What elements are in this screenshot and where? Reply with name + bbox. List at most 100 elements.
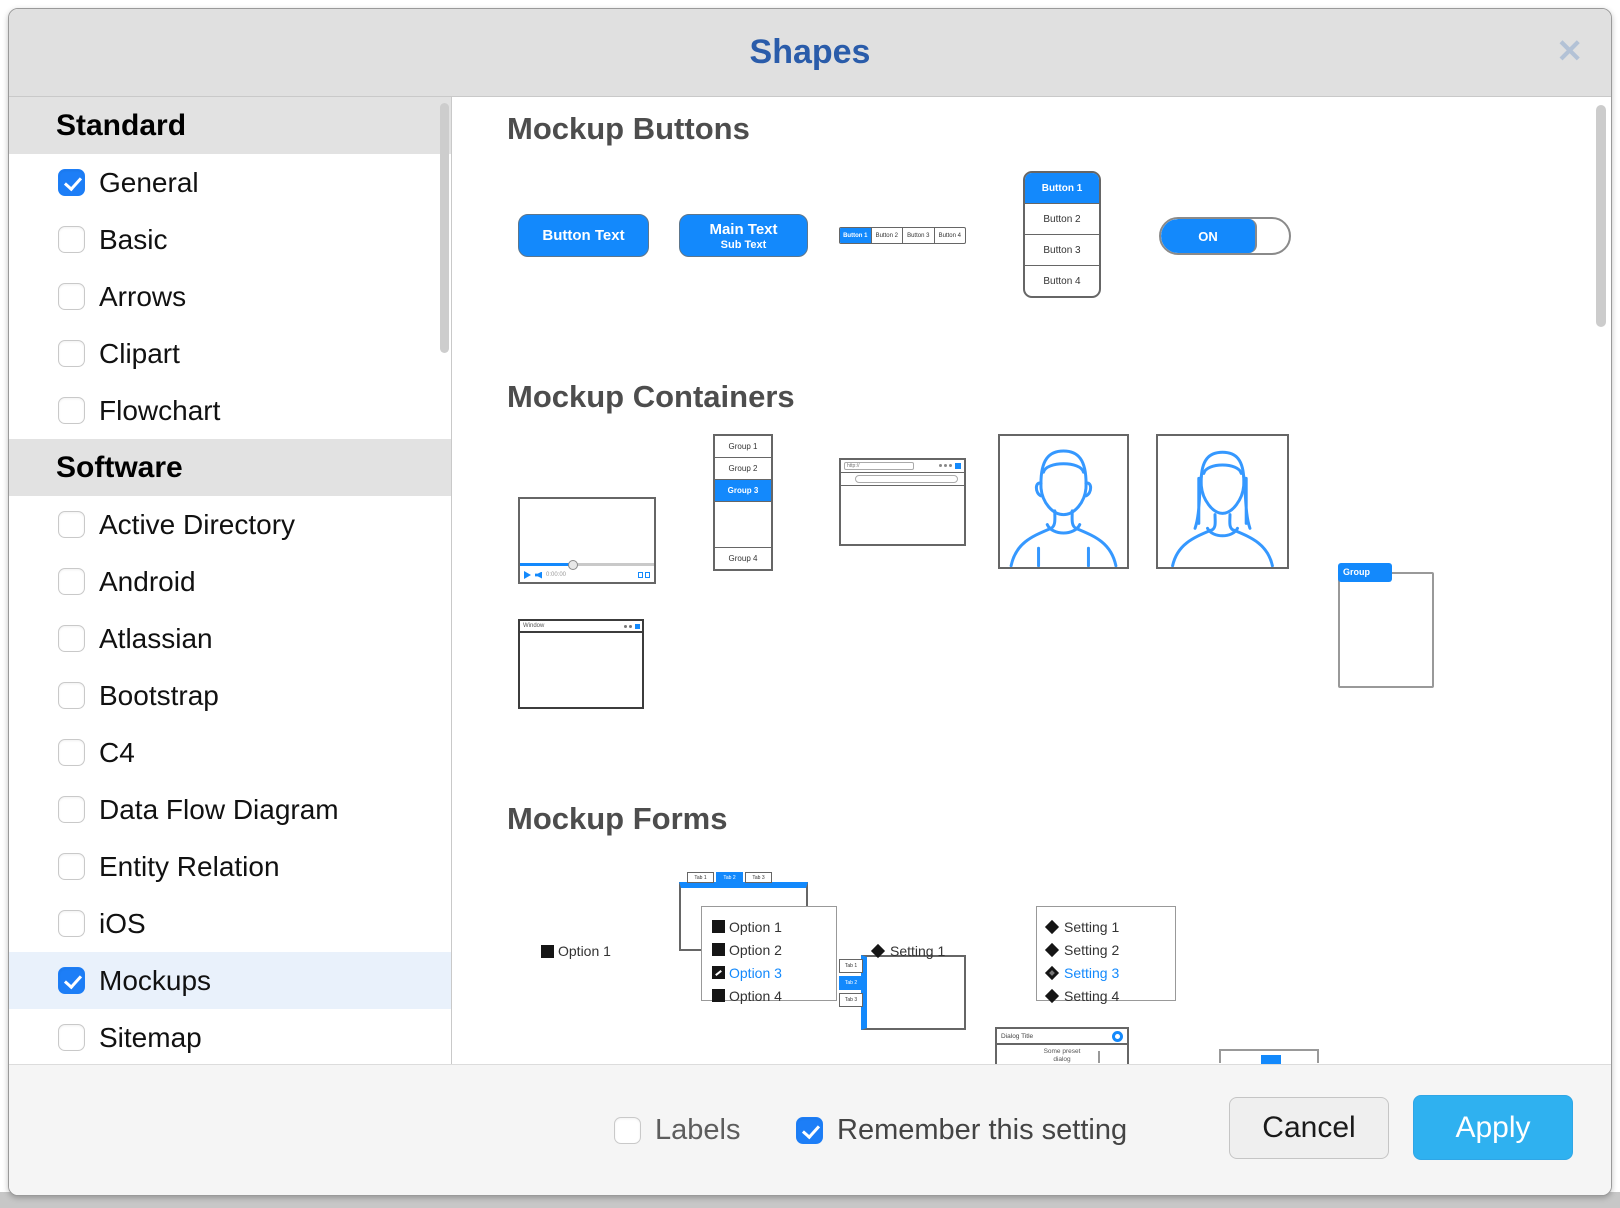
sidebar-item-bootstrap[interactable]: Bootstrap (9, 667, 451, 724)
checkbox-unchecked-icon[interactable] (58, 226, 85, 253)
sidebar-item-label: Flowchart (99, 395, 220, 427)
radio-icon (1045, 988, 1059, 1002)
user-male-icon (1000, 436, 1127, 567)
window-title-bar: Window (520, 621, 642, 633)
checkbox-unchecked-icon[interactable] (614, 1117, 641, 1144)
remember-setting-label: Remember this setting (837, 1114, 1127, 1147)
remember-setting-checkbox-row[interactable]: Remember this setting (796, 1114, 1127, 1147)
sidebar-item-general[interactable]: General (9, 154, 451, 211)
tab: Tab 1 (687, 872, 714, 883)
shape-on-toggle[interactable]: ON (1159, 217, 1291, 255)
shape-library-sidebar: Standard General Basic Arrows Clipart Fl… (9, 97, 452, 1064)
setting-label: Setting 2 (1064, 942, 1119, 958)
button-shape-label: Button Text (542, 227, 624, 244)
video-progress-track (520, 563, 654, 566)
checkbox-checked-icon[interactable] (58, 967, 85, 994)
close-icon[interactable]: ✕ (1556, 31, 1583, 71)
sidebar-item-flowchart[interactable]: Flowchart (9, 382, 451, 439)
labels-checkbox-row[interactable]: Labels (614, 1114, 740, 1147)
shape-group-list[interactable]: Group 1 Group 2 Group 3 Group 4 (713, 434, 773, 571)
sidebar-item-c4[interactable]: C4 (9, 724, 451, 781)
dialog-footer: Labels Remember this setting Cancel Appl… (9, 1064, 1611, 1196)
sidebar-item-mockups[interactable]: Mockups (9, 952, 451, 1009)
sidebar-item-atlassian[interactable]: Atlassian (9, 610, 451, 667)
radio-selected-icon (1045, 965, 1059, 979)
shape-browser-window[interactable]: http:// (839, 458, 966, 546)
list-button: Button 1 (1025, 173, 1099, 203)
checkbox-unchecked-icon[interactable] (58, 739, 85, 766)
checkbox-unchecked-icon[interactable] (58, 625, 85, 652)
shape-checkbox[interactable]: Option 1 (541, 943, 611, 959)
sidebar-item-clipart[interactable]: Clipart (9, 325, 451, 382)
option-label: Option 1 (729, 919, 782, 935)
sidebar-item-label: iOS (99, 908, 146, 940)
shape-group-container[interactable]: Group (1338, 563, 1434, 688)
shape-button-bar[interactable]: Button 1 Button 2 Button 3 Button 4 (839, 227, 966, 244)
shape-vertical-tabs[interactable]: Tab 1 Tab 2 Tab 3 (839, 955, 966, 1030)
window-controls-icon (624, 625, 632, 628)
shape-dialog-box[interactable]: Dialog Title Some preset dialog text Can… (995, 1027, 1129, 1064)
radio-icon (871, 944, 885, 958)
checkbox-unchecked-icon[interactable] (58, 796, 85, 823)
group-list-item: Group 1 (715, 436, 771, 458)
sidebar-item-basic[interactable]: Basic (9, 211, 451, 268)
checkbox-unchecked-icon[interactable] (58, 511, 85, 538)
shape-radio-group[interactable]: Setting 1 Setting 2 Setting 3 Setting 4 (1036, 906, 1176, 1001)
checkbox-unchecked-icon[interactable] (58, 1024, 85, 1051)
checkbox-unchecked-icon[interactable] (58, 340, 85, 367)
shape-window[interactable]: Window (518, 619, 644, 709)
shape-button[interactable]: Button Text (518, 214, 649, 257)
checkbox-unchecked-icon[interactable] (58, 283, 85, 310)
checkbox-unchecked-icon[interactable] (58, 568, 85, 595)
fullscreen-icon (638, 572, 650, 578)
checkbox-unchecked-icon[interactable] (58, 682, 85, 709)
checkbox-filled-icon (712, 920, 725, 933)
group-list-item-selected: Group 3 (715, 480, 771, 502)
shape-user-female[interactable] (1156, 434, 1289, 569)
apply-button[interactable]: Apply (1413, 1095, 1573, 1160)
button-sub-label: Sub Text (721, 239, 767, 251)
checkbox-filled-icon (712, 943, 725, 956)
tab-strip: Tab 1 Tab 2 Tab 3 (687, 872, 772, 883)
shape-vertical-button-list[interactable]: Button 1 Button 2 Button 3 Button 4 (1023, 171, 1101, 298)
option-label: Option 2 (729, 942, 782, 958)
sidebar-scrollbar[interactable] (440, 103, 449, 353)
shape-radio-button[interactable]: Setting 1 (873, 943, 945, 959)
checkbox-checked-icon[interactable] (796, 1117, 823, 1144)
sidebar-item-label: Data Flow Diagram (99, 794, 339, 826)
radio-label: Setting 1 (890, 943, 945, 959)
checkbox-filled-icon (712, 989, 725, 1002)
group-list-item: Group 2 (715, 458, 771, 480)
sidebar-item-ios[interactable]: iOS (9, 895, 451, 952)
setting-label-selected: Setting 3 (1064, 965, 1119, 981)
play-icon (524, 571, 531, 579)
content-scrollbar[interactable] (1596, 105, 1606, 327)
sidebar-item-label: Clipart (99, 338, 180, 370)
sidebar-item-android[interactable]: Android (9, 553, 451, 610)
checkbox-checked-icon (712, 966, 725, 979)
cancel-button[interactable]: Cancel (1229, 1097, 1389, 1159)
checkbox-unchecked-icon[interactable] (58, 397, 85, 424)
shape-checkbox-group[interactable]: Option 1 Option 2 Option 3 Option 4 (701, 906, 837, 1001)
radio-icon (1045, 919, 1059, 933)
sidebar-item-arrows[interactable]: Arrows (9, 268, 451, 325)
tab-selected: Tab 2 (716, 872, 743, 883)
sidebar-item-data-flow-diagram[interactable]: Data Flow Diagram (9, 781, 451, 838)
shape-video-player[interactable]: 0:00:00 (518, 497, 656, 584)
checkbox-checked-icon[interactable] (58, 169, 85, 196)
radio-icon (1045, 942, 1059, 956)
shape-user-male[interactable] (998, 434, 1129, 569)
sidebar-item-entity-relation[interactable]: Entity Relation (9, 838, 451, 895)
shapes-dialog: Shapes ✕ Standard General Basic Arrows C… (8, 8, 1612, 1196)
shape-multiline-button[interactable]: Main Text Sub Text (679, 214, 808, 257)
shape-partial-next-row[interactable] (1219, 1049, 1319, 1063)
sidebar-item-sitemap[interactable]: Sitemap (9, 1009, 451, 1064)
video-controls: 0:00:00 (520, 568, 654, 582)
tab: Tab 3 (839, 993, 863, 1007)
sidebar-item-active-directory[interactable]: Active Directory (9, 496, 451, 553)
checkbox-unchecked-icon[interactable] (58, 853, 85, 880)
user-female-icon (1158, 436, 1287, 567)
tab-content-area (861, 955, 966, 1030)
dialog-text-line: Some preset (997, 1048, 1127, 1056)
checkbox-unchecked-icon[interactable] (58, 910, 85, 937)
